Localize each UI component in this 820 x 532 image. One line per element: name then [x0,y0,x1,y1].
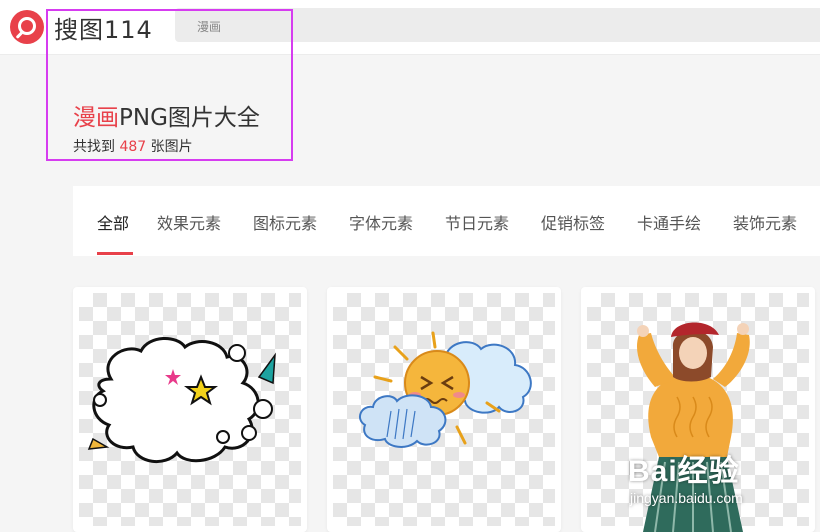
category-tabs: 全部 效果元素 图标元素 字体元素 节日元素 促销标签 卡通手绘 装饰元素 [73,186,820,256]
tab-cartoon-handdrawn[interactable]: 卡通手绘 [637,210,701,234]
tab-all[interactable]: 全部 [97,210,129,234]
tab-font-elements[interactable]: 字体元素 [349,210,413,234]
image-card[interactable] [73,287,307,532]
annotation-highlight-box [46,9,293,161]
cartoon-sun-clouds-icon [358,331,532,448]
watermark-url: jingyan.baidu.com [630,490,743,506]
tab-effect-elements[interactable]: 效果元素 [157,210,221,234]
tab-decoration-elements[interactable]: 装饰元素 [733,210,797,234]
baidu-jingyan-watermark: Bai经验 jingyan.baidu.com [618,440,818,520]
tab-holiday-elements[interactable]: 节日元素 [445,210,509,234]
search-logo-icon[interactable] [10,10,44,44]
tab-promo-labels[interactable]: 促销标签 [541,210,605,234]
active-tab-indicator [97,252,133,255]
comic-cloud-speech-bubble-icon [87,337,276,463]
tab-icon-elements[interactable]: 图标元素 [253,210,317,234]
watermark-logo: Bai经验 [628,455,740,488]
image-card[interactable] [327,287,561,532]
